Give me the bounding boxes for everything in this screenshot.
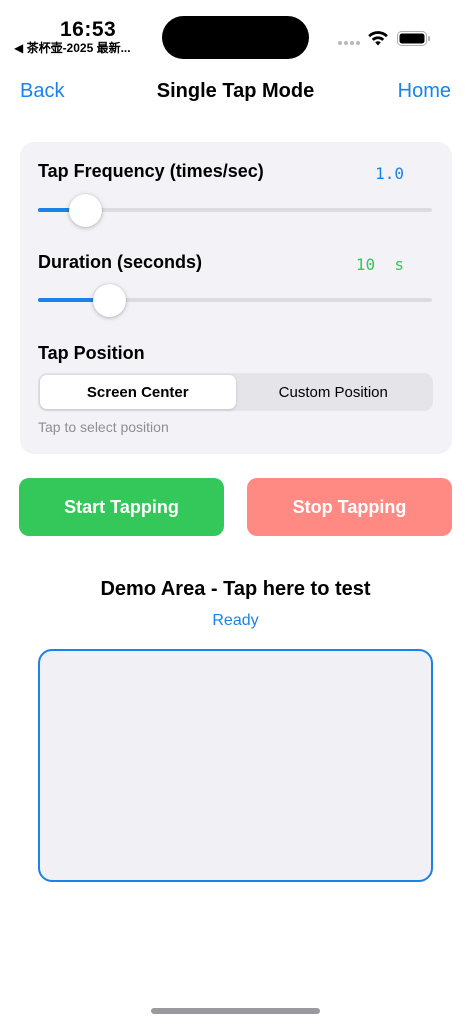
demo-title: Demo Area - Tap here to test bbox=[100, 578, 371, 600]
frequency-value: 1.0 bbox=[375, 164, 404, 183]
screen: 16:53 ◀ 茶杯壶-2025 最新... Back Single Tap M… bbox=[0, 0, 471, 1024]
segment-screen-center[interactable]: Screen Center bbox=[40, 375, 236, 409]
position-label: Tap Position bbox=[38, 343, 145, 363]
slider-thumb[interactable] bbox=[69, 194, 103, 227]
segment-custom-position[interactable]: Custom Position bbox=[236, 375, 432, 409]
dynamic-island bbox=[162, 16, 309, 59]
demo-status: Ready bbox=[212, 612, 259, 629]
position-hint: Tap to select position bbox=[38, 419, 169, 435]
home-button[interactable]: Home bbox=[398, 80, 451, 103]
slider-thumb[interactable] bbox=[92, 284, 126, 317]
back-to-app-link[interactable]: ◀ 茶杯壶-2025 最新... bbox=[14, 39, 131, 56]
position-segmented-control: Screen Center Custom Position bbox=[38, 373, 433, 411]
duration-label: Duration (seconds) bbox=[38, 252, 203, 272]
frequency-label: Tap Frequency (times/sec) bbox=[38, 161, 264, 181]
home-indicator[interactable] bbox=[151, 1008, 320, 1014]
battery-icon bbox=[397, 31, 430, 46]
frequency-slider[interactable] bbox=[38, 194, 432, 227]
stop-tapping-button[interactable]: Stop Tapping bbox=[247, 478, 452, 536]
signal-icon bbox=[338, 41, 360, 45]
duration-value: 10 s bbox=[355, 255, 404, 274]
wifi-icon bbox=[368, 31, 388, 46]
start-tapping-button[interactable]: Start Tapping bbox=[19, 478, 224, 536]
duration-slider[interactable] bbox=[38, 284, 432, 317]
demo-tap-area[interactable] bbox=[38, 649, 433, 882]
settings-card: Tap Frequency (times/sec) 1.0 Duration (… bbox=[20, 142, 452, 454]
